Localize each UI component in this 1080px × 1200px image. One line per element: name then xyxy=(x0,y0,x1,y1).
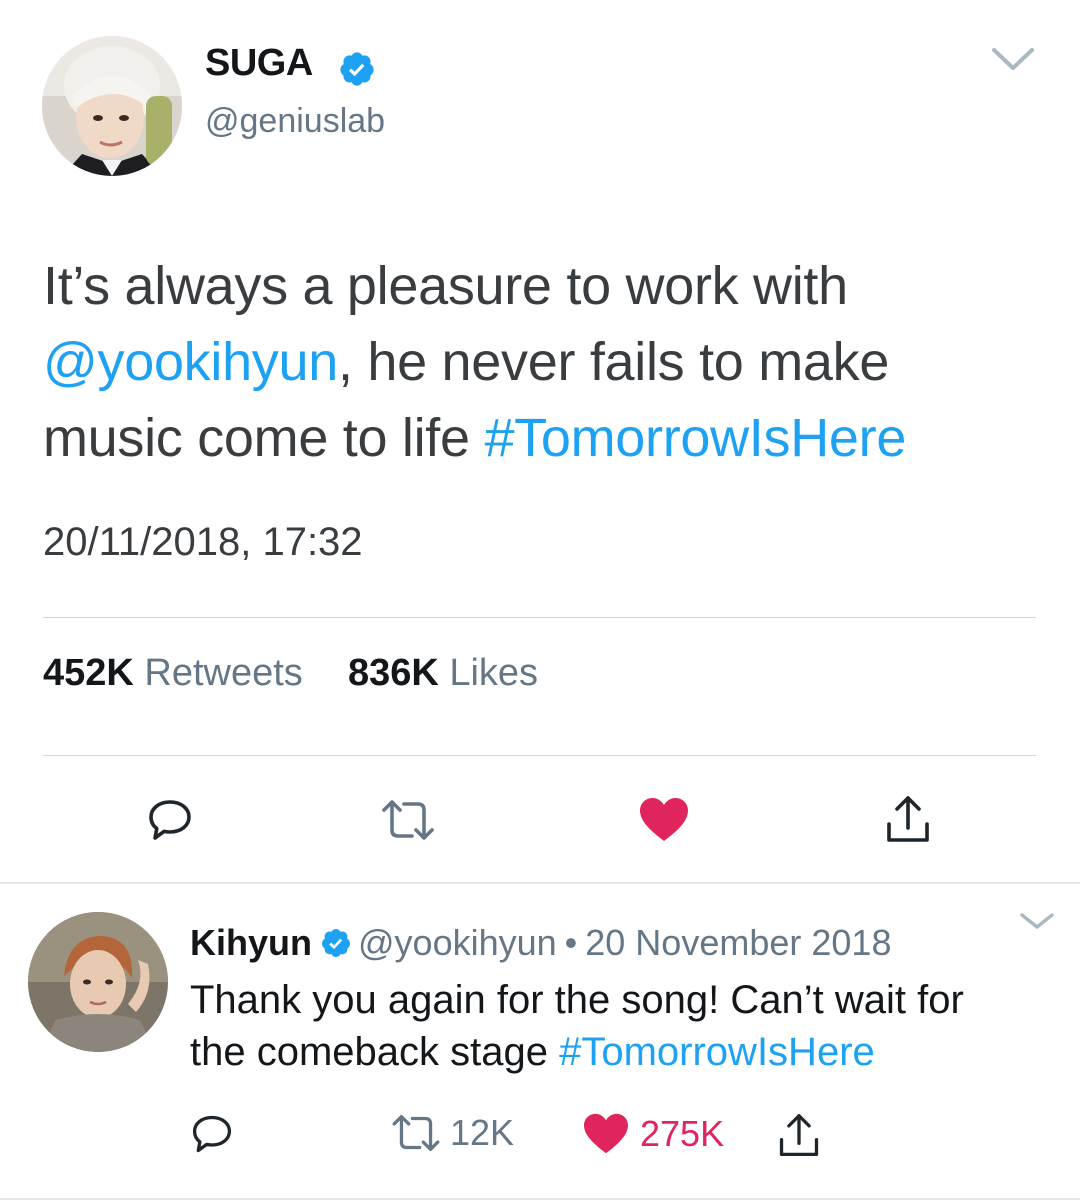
reply-author-avatar[interactable] xyxy=(28,912,168,1052)
reply-retweet-button[interactable]: 12K xyxy=(388,1112,514,1154)
divider xyxy=(43,617,1036,618)
like-icon xyxy=(584,1113,628,1154)
hashtag-link[interactable]: #TomorrowIsHere xyxy=(559,1030,875,1074)
retweet-icon xyxy=(392,1115,440,1151)
mention-link[interactable]: @yookihyun xyxy=(43,332,338,392)
like-button[interactable] xyxy=(634,790,694,850)
like-icon xyxy=(640,798,688,841)
tweet-timestamp: 20/11/2018, 17:32 xyxy=(43,520,363,564)
reply-author-handle[interactable]: @yookihyun xyxy=(358,922,557,964)
section-divider xyxy=(0,882,1080,884)
tweet-text: It’s always a pleasure to work with @yoo… xyxy=(43,248,1043,476)
author-name[interactable]: SUGA xyxy=(205,42,313,85)
reply-icon xyxy=(192,1115,232,1153)
reply-like-button[interactable]: 275K xyxy=(582,1112,724,1156)
tweet-text-line: music come to life #TomorrowIsHere xyxy=(43,400,1043,476)
author-handle[interactable]: @geniuslab xyxy=(205,102,385,141)
chevron-down-icon[interactable] xyxy=(1018,910,1056,932)
share-icon xyxy=(887,796,929,842)
reply-text-segment: Thank you again for the song! Can’t wait… xyxy=(190,978,964,1022)
author-avatar[interactable] xyxy=(42,36,182,176)
retweet-icon xyxy=(382,800,434,840)
profile-photo-icon xyxy=(42,36,182,176)
tweet-stats: 452K Retweets 836K Likes xyxy=(43,652,538,695)
reply-text-line: the comeback stage #TomorrowIsHere xyxy=(190,1026,1070,1078)
profile-photo-icon xyxy=(28,912,168,1052)
share-button[interactable] xyxy=(878,790,938,850)
retweet-button[interactable] xyxy=(378,790,438,850)
tweet-text-line: @yookihyun, he never fails to make xyxy=(43,324,1043,400)
tweet-text-line: It’s always a pleasure to work with xyxy=(43,248,1043,324)
tweet-text-segment: music come to life xyxy=(43,408,485,468)
reply-author-name[interactable]: Kihyun xyxy=(190,922,312,964)
separator-dot: • xyxy=(564,922,578,963)
chevron-down-icon[interactable] xyxy=(990,44,1036,74)
reply-button[interactable] xyxy=(140,790,200,850)
tweet-text-segment: It’s always a pleasure to work with xyxy=(43,256,848,316)
hashtag-link[interactable]: #TomorrowIsHere xyxy=(484,408,906,468)
retweets-count[interactable]: 452K xyxy=(43,652,134,694)
likes-label[interactable]: Likes xyxy=(449,652,538,694)
divider xyxy=(43,755,1036,756)
reply-share-button[interactable] xyxy=(776,1112,822,1160)
verified-badge-icon xyxy=(322,929,350,957)
reply-like-count: 275K xyxy=(640,1113,725,1154)
likes-count[interactable]: 836K xyxy=(348,652,439,694)
retweets-label[interactable]: Retweets xyxy=(144,652,302,694)
reply-text-line: Thank you again for the song! Can’t wait… xyxy=(190,974,1070,1026)
tweet-text-segment: , he never fails to make xyxy=(337,332,890,392)
reply-text-segment: the comeback stage xyxy=(190,1030,560,1074)
verified-badge-icon xyxy=(340,52,374,86)
reply-text: Thank you again for the song! Can’t wait… xyxy=(190,974,1070,1078)
reply-retweet-count: 12K xyxy=(450,1112,515,1153)
reply-reply-button[interactable] xyxy=(190,1112,234,1156)
reply-date[interactable]: 20 November 2018 xyxy=(585,922,891,964)
reply-icon xyxy=(149,800,191,840)
share-icon xyxy=(779,1114,819,1157)
reply-header: Kihyun @yookihyun • 20 November 2018 xyxy=(190,922,891,964)
